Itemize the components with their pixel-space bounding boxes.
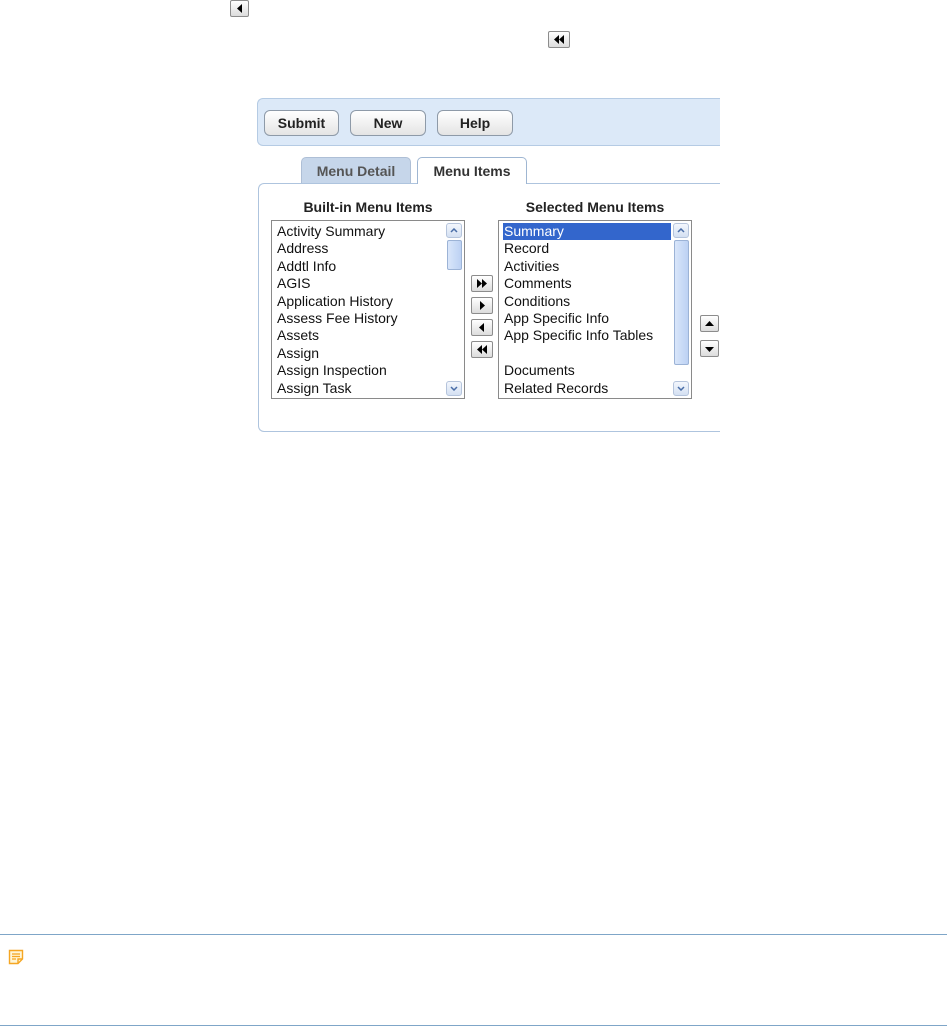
list-item-selected[interactable]: Summary xyxy=(503,223,671,241)
scroll-up-arrow[interactable] xyxy=(446,223,462,238)
list-item[interactable]: Activity Summary xyxy=(276,223,444,240)
move-all-right-button[interactable] xyxy=(471,275,493,292)
selected-scrollbar[interactable] xyxy=(673,222,690,397)
move-all-left-button[interactable] xyxy=(471,341,493,358)
list-item[interactable]: Activities xyxy=(503,258,671,275)
triangle-up-icon xyxy=(705,320,714,326)
scroll-up-arrow[interactable] xyxy=(673,223,689,238)
move-left-button[interactable] xyxy=(471,319,493,336)
first-button[interactable] xyxy=(548,31,570,48)
chevron-up-icon xyxy=(677,228,685,233)
note-bottom-divider xyxy=(0,1025,947,1026)
list-item[interactable]: Assess Fee History xyxy=(276,310,444,327)
triangle-left-icon xyxy=(236,4,242,13)
list-item[interactable]: Application History xyxy=(276,293,444,310)
list-item[interactable]: Address xyxy=(276,240,444,257)
list-item[interactable]: Addtl Info xyxy=(276,258,444,275)
list-item[interactable] xyxy=(503,345,671,362)
chevron-down-icon xyxy=(450,386,458,391)
list-item[interactable]: Related Records xyxy=(503,380,671,397)
triangle-right-icon xyxy=(480,301,485,310)
list-item[interactable]: Assign Task xyxy=(276,380,444,397)
prev-button[interactable] xyxy=(230,0,249,17)
chevron-up-icon xyxy=(450,228,458,233)
new-button[interactable]: New xyxy=(350,110,426,136)
scroll-down-arrow[interactable] xyxy=(446,381,462,396)
help-button[interactable]: Help xyxy=(437,110,513,136)
builtin-scrollbar[interactable] xyxy=(446,222,463,397)
move-up-button[interactable] xyxy=(700,315,719,332)
tab-menu-items[interactable]: Menu Items xyxy=(417,157,527,184)
builtin-listbox[interactable]: Activity Summary Address Addtl Info AGIS… xyxy=(271,220,465,399)
list-item[interactable]: Documents xyxy=(503,362,671,379)
chevron-down-icon xyxy=(677,386,685,391)
note-icon xyxy=(8,949,24,965)
move-right-button[interactable] xyxy=(471,297,493,314)
list-item[interactable]: Conditions xyxy=(503,293,671,310)
tab-menu-detail[interactable]: Menu Detail xyxy=(301,157,411,183)
list-item[interactable]: AGIS xyxy=(276,275,444,292)
list-item[interactable]: Assets xyxy=(276,327,444,344)
toolbar: Submit New Help xyxy=(257,98,720,146)
double-left-icon xyxy=(477,345,487,354)
triangle-left-icon xyxy=(479,323,484,332)
double-left-icon xyxy=(554,35,564,44)
move-down-button[interactable] xyxy=(700,340,719,357)
list-item[interactable]: Assign Inspection xyxy=(276,362,444,379)
builtin-header: Built-in Menu Items xyxy=(303,199,433,215)
selected-listbox[interactable]: Summary Record Activities Comments Condi… xyxy=(498,220,692,399)
list-item[interactable]: App Specific Info xyxy=(503,310,671,327)
scroll-down-arrow[interactable] xyxy=(673,381,689,396)
list-item[interactable]: Record xyxy=(503,240,671,257)
submit-button[interactable]: Submit xyxy=(264,110,339,136)
double-right-icon xyxy=(477,279,487,288)
list-item[interactable]: Comments xyxy=(503,275,671,292)
note-top-divider xyxy=(0,934,947,935)
selected-header: Selected Menu Items xyxy=(525,199,665,215)
triangle-down-icon xyxy=(705,346,714,352)
scroll-thumb[interactable] xyxy=(447,240,462,270)
scroll-thumb[interactable] xyxy=(674,240,689,365)
list-item[interactable]: Assign xyxy=(276,345,444,362)
list-item[interactable]: App Specific Info Tables xyxy=(503,327,671,344)
